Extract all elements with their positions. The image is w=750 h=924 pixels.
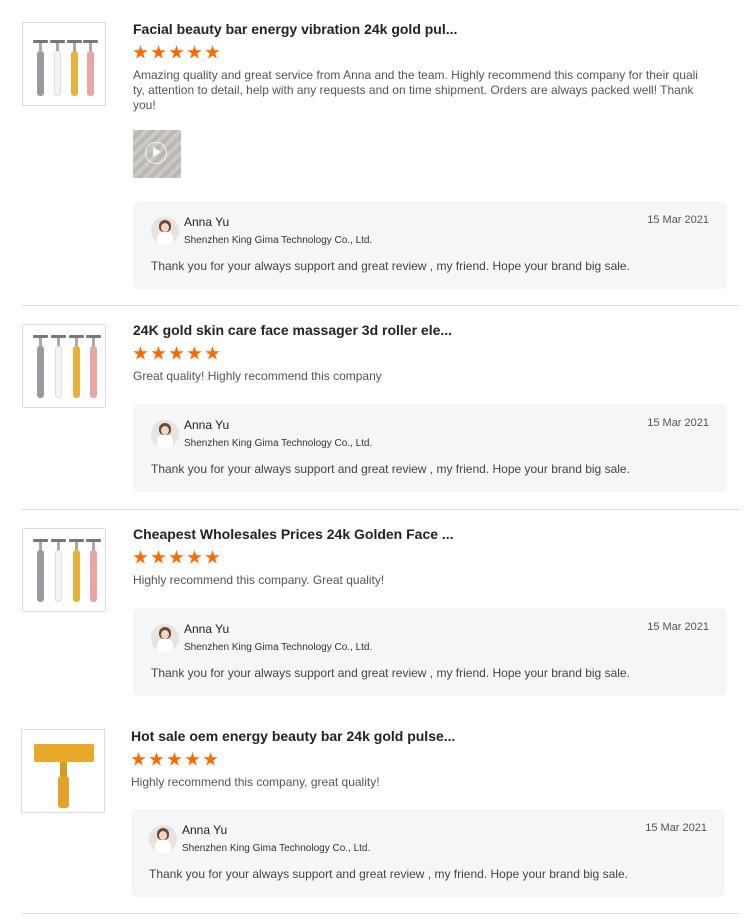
- review-comment: Amazing quality and great service from A…: [133, 68, 698, 112]
- replier-name: Anna Yu: [184, 622, 230, 636]
- avatar: [151, 217, 179, 245]
- star-icon: [185, 752, 200, 766]
- avatar: [151, 420, 179, 448]
- reply-date: 15 Mar 2021: [647, 621, 709, 633]
- product-thumbnail[interactable]: [21, 729, 105, 813]
- review-comment: Great quality! Highly recommend this com…: [133, 369, 382, 383]
- reply-date: 15 Mar 2021: [647, 214, 709, 226]
- divider: [22, 509, 740, 510]
- product-title-link[interactable]: Facial beauty bar energy vibration 24k g…: [133, 20, 698, 38]
- star-icon: [169, 45, 184, 59]
- replier-name: Anna Yu: [184, 418, 230, 432]
- divider: [22, 305, 740, 306]
- star-icon: [203, 752, 218, 766]
- replier-company: Shenzhen King Gima Technology Co., Ltd.: [184, 235, 373, 246]
- product-thumbnail[interactable]: [22, 528, 106, 612]
- replier-company: Shenzhen King Gima Technology Co., Ltd.: [184, 642, 373, 653]
- review-comment: Highly recommend this company, great qua…: [131, 775, 380, 789]
- star-rating: [131, 752, 696, 769]
- star-icon: [133, 346, 148, 360]
- star-icon: [169, 346, 184, 360]
- divider: [22, 913, 740, 914]
- star-icon: [187, 45, 202, 59]
- reply-text: Thank you for your always support and gr…: [149, 867, 628, 881]
- seller-reply: Anna Yu Shenzhen King Gima Technology Co…: [133, 404, 727, 492]
- seller-reply: Anna Yu Shenzhen King Gima Technology Co…: [133, 608, 727, 696]
- star-icon: [205, 550, 220, 564]
- product-thumbnail[interactable]: [22, 324, 106, 408]
- review-video-thumbnail[interactable]: [133, 130, 181, 178]
- star-icon: [187, 346, 202, 360]
- star-icon: [205, 45, 220, 59]
- avatar: [151, 624, 179, 652]
- star-icon: [205, 346, 220, 360]
- star-icon: [151, 346, 166, 360]
- product-title-link[interactable]: 24K gold skin care face massager 3d roll…: [133, 321, 698, 339]
- replier-company: Shenzhen King Gima Technology Co., Ltd.: [184, 438, 373, 449]
- star-rating: [133, 550, 698, 567]
- star-icon: [187, 550, 202, 564]
- replier-name: Anna Yu: [184, 215, 230, 229]
- reply-date: 15 Mar 2021: [645, 822, 707, 834]
- star-icon: [151, 550, 166, 564]
- star-rating: [133, 45, 698, 62]
- avatar: [149, 825, 177, 853]
- replier-company: Shenzhen King Gima Technology Co., Ltd.: [182, 843, 371, 854]
- reply-text: Thank you for your always support and gr…: [151, 259, 630, 273]
- star-icon: [169, 550, 184, 564]
- star-icon: [151, 45, 166, 59]
- star-icon: [133, 550, 148, 564]
- seller-reply: Anna Yu Shenzhen King Gima Technology Co…: [133, 201, 727, 289]
- star-icon: [133, 45, 148, 59]
- review-comment: Highly recommend this company. Great qua…: [133, 573, 385, 587]
- reply-text: Thank you for your always support and gr…: [151, 666, 630, 680]
- reply-text: Thank you for your always support and gr…: [151, 462, 630, 476]
- reply-date: 15 Mar 2021: [647, 417, 709, 429]
- product-title-link[interactable]: Hot sale oem energy beauty bar 24k gold …: [131, 727, 696, 745]
- product-thumbnail[interactable]: [22, 22, 106, 106]
- play-icon: [145, 142, 167, 164]
- replier-name: Anna Yu: [182, 823, 228, 837]
- star-rating: [133, 346, 698, 363]
- product-title-link[interactable]: Cheapest Wholesales Prices 24k Golden Fa…: [133, 525, 698, 543]
- star-icon: [167, 752, 182, 766]
- seller-reply: Anna Yu Shenzhen King Gima Technology Co…: [131, 809, 725, 897]
- star-icon: [131, 752, 146, 766]
- star-icon: [149, 752, 164, 766]
